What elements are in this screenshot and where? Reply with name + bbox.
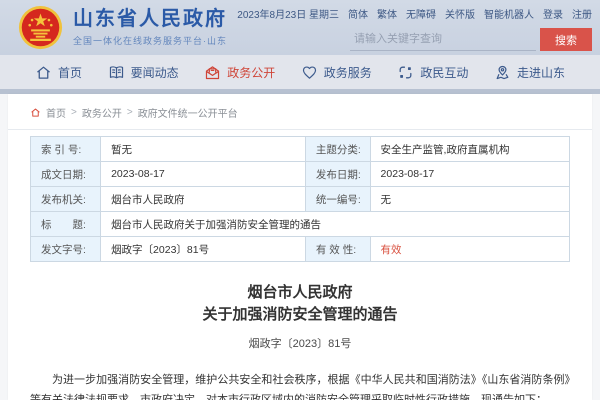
table-row: 发布机关: 烟台市人民政府 统一编号: 无 [31,187,570,212]
meta-label-title: 标 题: [31,212,101,237]
meta-value-publish-date: 2023-08-17 [370,162,569,187]
breadcrumb-disclosure[interactable]: 政务公开 [82,105,122,120]
nav-item-interaction[interactable]: 政民互动 [397,64,468,81]
nav-item-visit-shandong[interactable]: 走进山东 [494,64,565,81]
national-emblem-icon [18,5,63,50]
nav-item-services[interactable]: 政务服务 [301,64,372,81]
document-number: 烟政字〔2023〕81号 [8,335,592,351]
document-body-paragraph: 为进一步加强消防安全管理，维护公共安全和社会秩序，根据《中华人民共和国消防法》《… [30,370,570,400]
interaction-icon [397,64,414,81]
meta-value-title: 烟台市人民政府关于加强消防安全管理的通告 [101,212,570,237]
nav-label: 政务服务 [324,64,372,81]
meta-value-written-date: 2023-08-17 [101,162,306,187]
document-title-line1: 烟台市人民政府 [8,282,592,304]
meta-label-unified-no: 统一编号: [305,187,370,212]
table-row: 发文字号: 烟政字〔2023〕81号 有 效 性: 有效 [31,237,570,262]
site-logo[interactable]: 山东省人民政府 全国一体化在线政务服务平台·山东 [18,5,227,50]
home-icon [35,64,52,81]
envelope-open-icon [204,64,221,81]
home-icon [30,107,41,118]
site-title: 山东省人民政府 [73,8,227,31]
nav-label: 走进山东 [517,64,565,81]
nav-item-disclosure[interactable]: 政务公开 [204,64,275,81]
meta-value-unified-no: 无 [370,187,569,212]
meta-label-category: 主题分类: [305,137,370,162]
map-pin-icon [494,64,511,81]
meta-value-index-no: 暂无 [101,137,306,162]
search-button[interactable]: 搜索 [540,28,592,51]
table-row: 索 引 号: 暂无 主题分类: 安全生产监管,政府直属机构 [31,137,570,162]
meta-label-index-no: 索 引 号: [31,137,101,162]
meta-label-written-date: 成文日期: [31,162,101,187]
search-bar: 搜索 [350,28,592,51]
meta-value-validity: 有效 [370,237,569,262]
link-register[interactable]: 注册 [572,6,592,21]
breadcrumb-separator: > [71,107,77,118]
table-row: 标 题: 烟台市人民政府关于加强消防安全管理的通告 [31,212,570,237]
meta-label-publish-date: 发布日期: [305,162,370,187]
utility-bar: 2023年8月23日 星期三 简体 繁体 无障碍 关怀版 智能机器人 登录 注册 [237,6,592,21]
link-login[interactable]: 登录 [543,6,563,21]
nav-label: 政务公开 [227,64,275,81]
nav-label: 要闻动态 [131,64,179,81]
nav-item-home[interactable]: 首页 [35,64,82,81]
meta-value-doc-number: 烟政字〔2023〕81号 [101,237,306,262]
table-row: 成文日期: 2023-08-17 发布日期: 2023-08-17 [31,162,570,187]
book-icon [108,64,125,81]
main-nav: 首页 要闻动态 政务公开 政务服务 政民互动 [0,55,600,94]
breadcrumb: 首页 > 政务公开 > 政府文件统一公开平台 [8,94,592,130]
nav-label: 首页 [58,64,82,81]
search-input[interactable] [350,28,536,51]
document-meta-table: 索 引 号: 暂无 主题分类: 安全生产监管,政府直属机构 成文日期: 2023… [30,136,570,262]
meta-label-issuing-agency: 发布机关: [31,187,101,212]
document-title-line2: 关于加强消防安全管理的通告 [8,304,592,326]
nav-label: 政民互动 [420,64,468,81]
meta-value-category: 安全生产监管,政府直属机构 [370,137,569,162]
link-traditional[interactable]: 繁体 [377,6,397,21]
current-date: 2023年8月23日 星期三 [237,6,339,21]
nav-item-news[interactable]: 要闻动态 [108,64,179,81]
link-care-version[interactable]: 关怀版 [445,6,475,21]
breadcrumb-home[interactable]: 首页 [46,105,66,120]
main-content: 首页 > 政务公开 > 政府文件统一公开平台 索 引 号: 暂无 主题分类: 安… [8,94,592,400]
meta-label-doc-number: 发文字号: [31,237,101,262]
breadcrumb-separator: > [127,107,133,118]
link-accessibility[interactable]: 无障碍 [406,6,436,21]
breadcrumb-platform[interactable]: 政府文件统一公开平台 [138,105,238,120]
site-subtitle: 全国一体化在线政务服务平台·山东 [73,34,227,47]
link-simplified[interactable]: 简体 [348,6,368,21]
link-robot[interactable]: 智能机器人 [484,6,534,21]
document-title-block: 烟台市人民政府 关于加强消防安全管理的通告 烟政字〔2023〕81号 [8,282,592,351]
meta-value-issuing-agency: 烟台市人民政府 [101,187,306,212]
meta-label-validity: 有 效 性: [305,237,370,262]
site-header: 山东省人民政府 全国一体化在线政务服务平台·山东 2023年8月23日 星期三 … [0,0,600,55]
heart-icon [301,64,318,81]
